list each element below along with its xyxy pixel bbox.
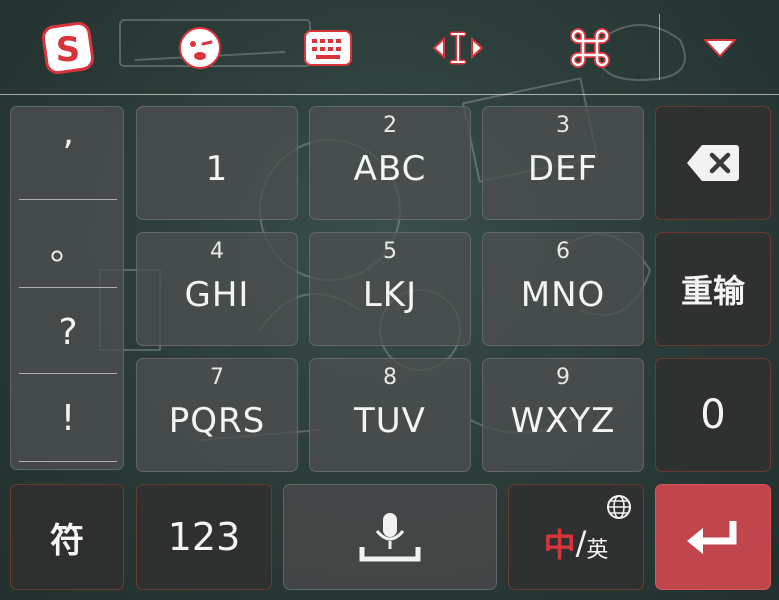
- command-icon: [570, 28, 610, 68]
- key-5-lkj[interactable]: 5 LKJ: [309, 232, 471, 346]
- cursor-move-icon: [432, 31, 484, 65]
- key-label: PQRS: [168, 401, 266, 441]
- backspace-button[interactable]: [655, 106, 771, 220]
- reinput-button[interactable]: 重输: [655, 232, 771, 346]
- key-4-ghi[interactable]: 4 GHI: [136, 232, 298, 346]
- microphone-icon: [359, 513, 421, 562]
- key-number: 3: [556, 113, 570, 138]
- space-voice-button[interactable]: [283, 484, 497, 590]
- keyboard-switch-button[interactable]: [298, 18, 358, 78]
- key-9-wxyz[interactable]: 9 WXYZ: [482, 358, 644, 472]
- punctuation-column: ’ 。 ? !: [10, 106, 124, 470]
- key-label: ABC: [353, 149, 427, 189]
- key-number: 6: [556, 239, 570, 264]
- emoji-button[interactable]: [170, 18, 230, 78]
- svg-text:S: S: [56, 30, 81, 70]
- key-label: TUV: [354, 401, 426, 441]
- key-number: 4: [210, 239, 224, 264]
- language-toggle-button[interactable]: 中 / 英: [508, 484, 644, 590]
- key-number: 5: [383, 239, 397, 264]
- numeric-label: 123: [167, 515, 241, 559]
- key-label: 0: [700, 392, 726, 438]
- key-2-abc[interactable]: 2 ABC: [309, 106, 471, 220]
- key-label: GHI: [184, 275, 250, 315]
- key-number: 2: [383, 113, 397, 138]
- punct-exclamation-key[interactable]: !: [11, 375, 125, 461]
- key-number: 8: [383, 365, 397, 390]
- command-button[interactable]: [560, 18, 620, 78]
- key-label: MNO: [520, 275, 606, 315]
- punct-apostrophe-key[interactable]: ’: [11, 111, 125, 197]
- cursor-move-button[interactable]: [428, 18, 488, 78]
- key-8-tuv[interactable]: 8 TUV: [309, 358, 471, 472]
- collapse-keyboard-button[interactable]: [690, 18, 750, 78]
- sogou-logo-icon: S: [41, 21, 95, 75]
- collapse-icon: [704, 39, 736, 57]
- keyboard-icon: [304, 30, 352, 66]
- lang-cn-label: 中: [543, 526, 576, 564]
- key-number: 9: [556, 365, 570, 390]
- backspace-icon: [687, 145, 739, 181]
- punct-period-key[interactable]: 。: [11, 201, 125, 287]
- reinput-label: 重输: [680, 272, 745, 310]
- key-number: 7: [210, 365, 224, 390]
- sogou-logo-button[interactable]: S: [38, 18, 98, 78]
- key-7-pqrs[interactable]: 7 PQRS: [136, 358, 298, 472]
- symbols-button[interactable]: 符: [10, 484, 124, 590]
- lang-en-label: 英: [586, 538, 609, 563]
- toolbar-divider: [659, 14, 660, 80]
- key-0[interactable]: 0: [655, 358, 771, 472]
- key-6-mno[interactable]: 6 MNO: [482, 232, 644, 346]
- key-label: LKJ: [362, 275, 418, 315]
- key-3-def[interactable]: 3 DEF: [482, 106, 644, 220]
- key-label: DEF: [527, 149, 599, 189]
- key-label: WXYZ: [510, 401, 616, 441]
- punct-divider: [19, 461, 117, 462]
- key-1[interactable]: 1: [136, 106, 298, 220]
- punct-divider: [19, 373, 117, 374]
- symbols-label: 符: [50, 520, 84, 561]
- enter-icon: [687, 521, 737, 554]
- lang-separator: /: [575, 524, 587, 562]
- key-label: 1: [205, 149, 229, 189]
- punct-divider: [19, 287, 117, 288]
- emoji-icon: [179, 27, 221, 69]
- candidate-toolbar: S: [0, 0, 779, 95]
- punct-question-key[interactable]: ?: [11, 289, 125, 375]
- enter-button[interactable]: [655, 484, 771, 590]
- numeric-keyboard-button[interactable]: 123: [136, 484, 272, 590]
- punct-divider: [19, 199, 117, 200]
